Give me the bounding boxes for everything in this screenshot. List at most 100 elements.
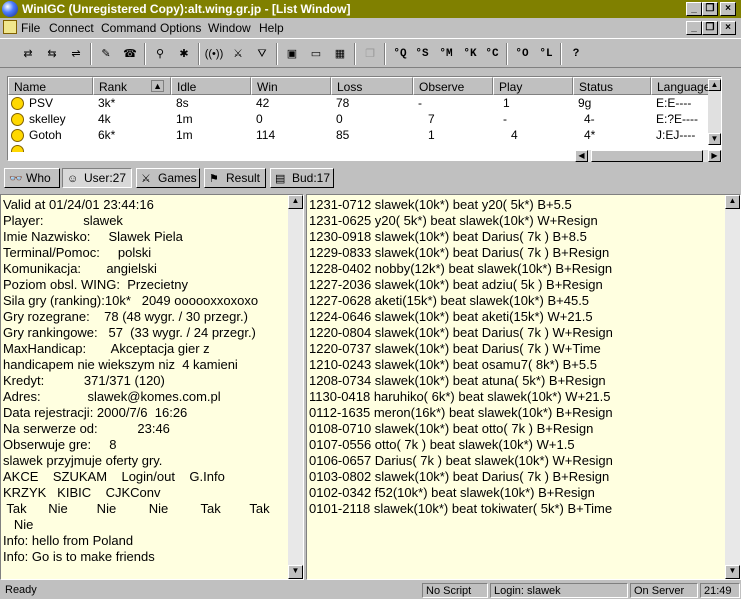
app-globe-icon[interactable] <box>2 1 18 17</box>
user-info-scrollbar[interactable]: ▲ ▼ <box>288 195 303 579</box>
player-win: 114 <box>256 128 276 142</box>
window-title: WinIGC (Unregistered Copy):alt.wing.gr.j… <box>22 2 351 16</box>
observe-button[interactable]: °O <box>512 44 532 64</box>
observe-icon[interactable]: ⛛ <box>252 44 272 64</box>
menu-help[interactable]: Help <box>259 21 284 35</box>
kibitz-button[interactable]: °K <box>460 44 480 64</box>
player-language: J:EJ---- <box>656 128 696 142</box>
monitor-icon[interactable]: ▭ <box>306 44 326 64</box>
transfer-icon[interactable]: ⇌ <box>66 44 86 64</box>
book-icon: ▤ <box>275 173 286 185</box>
tab-who[interactable]: 👓 Who <box>4 168 60 188</box>
user-info-line: Nie <box>3 517 34 532</box>
star-icon[interactable]: ✱ <box>174 44 194 64</box>
minimize-button[interactable]: _ <box>686 2 702 16</box>
disconnect-icon[interactable]: ⇆ <box>42 44 62 64</box>
player-play: 4 <box>511 128 518 142</box>
player-loss: 85 <box>336 128 350 142</box>
toolbar: ⇄ ⇆ ⇌ ✎ ☎ ⚲ ✱ ((•)) ⚔ ⛛ ▣ ▭ ▦ ❐ °Q °S °M… <box>0 38 741 68</box>
flag-icon: ⚑ <box>209 173 219 185</box>
menu-options[interactable]: Options <box>160 21 201 35</box>
column-name[interactable]: Name <box>8 77 93 95</box>
column-loss[interactable]: Loss <box>331 77 413 95</box>
user-info-pane: Valid at 01/24/01 23:44:16 Player: slawek… <box>0 194 304 580</box>
user-info-line: Valid at 01/24/01 23:44:16 <box>3 197 154 212</box>
scroll-right-icon[interactable]: ▶ <box>708 150 721 162</box>
games-icon: ⚔ <box>141 173 151 185</box>
edit-icon[interactable]: ✎ <box>96 44 116 64</box>
phone-icon[interactable]: ☎ <box>120 44 140 64</box>
scroll-up-icon[interactable]: ▲ <box>288 195 303 209</box>
menu-file[interactable]: File <box>21 21 40 35</box>
toolbar-separator <box>354 43 356 65</box>
player-smiley-icon <box>11 97 24 110</box>
scroll-thumb[interactable] <box>591 150 703 162</box>
child-minimize-button[interactable]: _ <box>686 21 702 35</box>
connect-icon[interactable]: ⇄ <box>18 44 38 64</box>
user-info-line: MaxHandicap: Akceptacja gier z <box>3 341 210 356</box>
grid-icon[interactable]: ▦ <box>330 44 350 64</box>
menu-command[interactable]: Command <box>101 21 156 35</box>
child-restore-button[interactable]: ❐ <box>702 21 718 35</box>
copy-icon[interactable]: ❐ <box>360 44 380 64</box>
help-button[interactable]: ? <box>566 44 586 64</box>
game-result-line: 0106-0657 Darius( 7k ) beat slawek(10k*)… <box>309 453 613 468</box>
column-win[interactable]: Win <box>251 77 331 95</box>
board-icon[interactable]: ▣ <box>282 44 302 64</box>
user-info-line: slawek przyjmuje oferty gry. <box>3 453 163 468</box>
player-language: E:?E---- <box>656 112 698 126</box>
scroll-up-icon[interactable]: ▲ <box>725 195 740 209</box>
menu-window[interactable]: Window <box>208 21 251 35</box>
document-system-icon[interactable] <box>3 20 17 34</box>
player-play: 1 <box>503 96 510 110</box>
child-close-button[interactable]: × <box>720 21 736 35</box>
tab-games[interactable]: ⚔ Games <box>136 168 200 188</box>
close-button[interactable]: × <box>720 2 736 16</box>
tab-result[interactable]: ⚑ Result <box>204 168 266 188</box>
restore-button[interactable]: ❐ <box>702 2 718 16</box>
user-info-line: Info: hello from Poland <box>3 533 134 548</box>
stats-button[interactable]: °S <box>412 44 432 64</box>
player-row[interactable]: skelley 4k 1m 0 0 7 - 4- E:?E---- <box>8 112 708 128</box>
broadcast-icon[interactable]: ((•)) <box>204 44 224 64</box>
game-result-line: 1229-0833 slawek(10k*) beat Darius( 7k )… <box>309 245 610 260</box>
player-row[interactable]: PSV 3k* 8s 42 78 - 1 9g E:E---- <box>8 96 708 112</box>
toolbar-separator <box>144 43 146 65</box>
scroll-down-icon[interactable]: ▼ <box>288 565 303 579</box>
game-result-line: 1231-0712 slawek(10k*) beat y20( 5k*) B+… <box>309 197 572 212</box>
player-row[interactable]: Gotoh 6k* 1m 114 85 1 4 4* J:EJ---- <box>8 128 708 144</box>
player-observe: 7 <box>428 112 435 126</box>
column-idle[interactable]: Idle <box>171 77 251 95</box>
player-rank: 6k* <box>98 128 116 142</box>
scroll-up-icon[interactable]: ▲ <box>708 79 721 91</box>
pin-icon[interactable]: ⚲ <box>150 44 170 64</box>
player-list-horizontal-scrollbar[interactable]: ◀ ▶ <box>575 150 722 162</box>
column-rank[interactable]: Rank ▲ <box>93 77 171 95</box>
scroll-down-icon[interactable]: ▼ <box>708 133 721 145</box>
tab-who-label: Who <box>26 171 51 185</box>
tab-bud[interactable]: ▤ Bud:17 <box>270 168 334 188</box>
scroll-down-icon[interactable]: ▼ <box>725 565 740 579</box>
status-server: On Server <box>630 583 698 598</box>
game-results-scrollbar[interactable]: ▲ ▼ <box>725 195 740 579</box>
chat-button[interactable]: °C <box>482 44 502 64</box>
player-language: E:E---- <box>656 96 692 110</box>
menu-connect[interactable]: Connect <box>49 21 94 35</box>
player-status: 4- <box>584 112 595 126</box>
game-result-line: 1210-0243 slawek(10k*) beat osamu7( 8k*)… <box>309 357 597 372</box>
look-button[interactable]: °L <box>536 44 556 64</box>
quit-button[interactable]: °Q <box>390 44 410 64</box>
player-list-vertical-scrollbar[interactable]: ▲ ▼ <box>708 79 721 145</box>
game-result-line: 0112-1635 meron(16k*) beat slawek(10k*) … <box>309 405 613 420</box>
column-observe[interactable]: Observe <box>413 77 493 95</box>
tab-user[interactable]: ☺ User:27 <box>62 168 132 188</box>
column-play[interactable]: Play <box>493 77 573 95</box>
play-icon[interactable]: ⚔ <box>228 44 248 64</box>
player-list[interactable]: Name Rank ▲ Idle Win Loss Observe Play St… <box>7 76 722 161</box>
player-observe: 1 <box>428 128 435 142</box>
toolbar-separator <box>198 43 200 65</box>
player-rank: 3k* <box>98 96 116 110</box>
column-status[interactable]: Status <box>573 77 651 95</box>
scroll-left-icon[interactable]: ◀ <box>575 150 588 162</box>
match-button[interactable]: °M <box>436 44 456 64</box>
